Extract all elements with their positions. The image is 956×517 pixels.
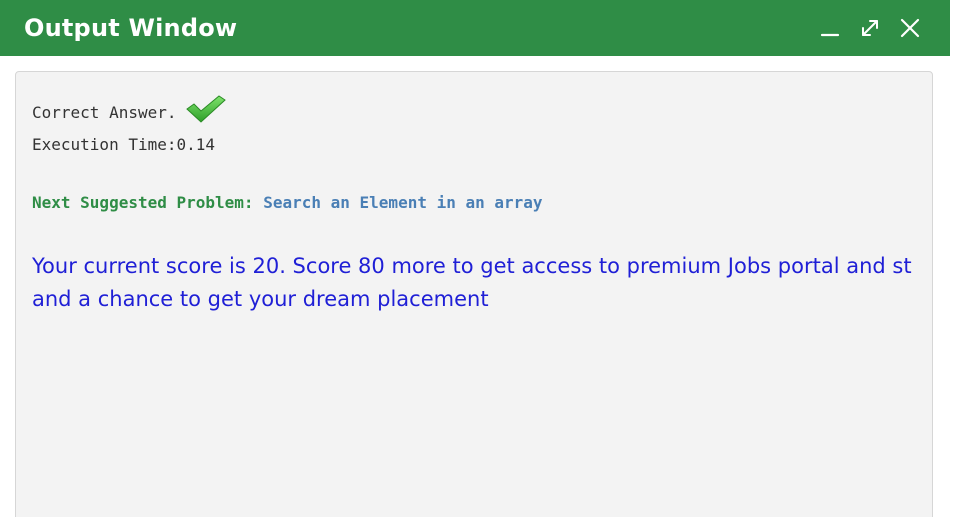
next-problem-link[interactable]: Search an Element in an array	[263, 193, 542, 212]
checkmark-icon	[185, 94, 227, 129]
result-text: Correct Answer.	[32, 103, 177, 122]
close-icon[interactable]	[898, 16, 922, 40]
result-line: Correct Answer.	[32, 94, 227, 129]
window-title: Output Window	[24, 14, 238, 42]
output-window: Output Window Correct Answer. Execution …	[0, 0, 956, 517]
minimize-icon[interactable]	[818, 16, 842, 40]
output-window-header: Output Window	[0, 0, 950, 56]
next-problem-label: Next Suggested Problem:	[32, 193, 254, 212]
score-message: Your current score is 20. Score 80 more …	[32, 254, 912, 311]
maximize-icon[interactable]	[858, 16, 882, 40]
window-controls	[818, 16, 922, 40]
execution-time: Execution Time:0.14	[32, 135, 216, 154]
next-suggested-problem: Next Suggested Problem: Search an Elemen…	[32, 193, 543, 212]
output-panel: Correct Answer. Execution Time:0.14 Next…	[15, 71, 933, 517]
